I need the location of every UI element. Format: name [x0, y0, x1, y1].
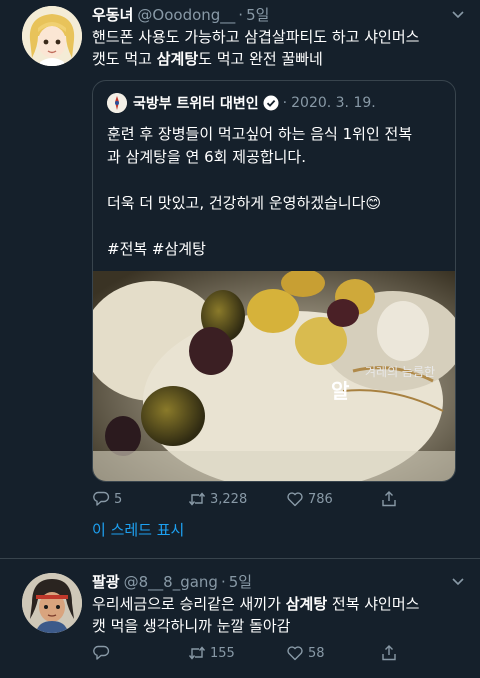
share-icon: [382, 645, 396, 661]
quoted-text-line: 훈련 후 장병들이 먹고싶어 하는 음식 1위인 전복: [107, 125, 413, 143]
quoted-text-line: 더욱 더 맛있고, 건강하게 운영하겠습니다😊: [107, 194, 382, 212]
reply-button[interactable]: 5: [92, 490, 122, 508]
author-name[interactable]: 팔광: [92, 571, 120, 592]
share-icon: [382, 491, 396, 507]
retweet-icon: [188, 646, 206, 660]
show-thread-link[interactable]: 이 스레드 표시: [92, 519, 184, 540]
share-button[interactable]: [380, 490, 402, 508]
tweet-header: 우동녀 @Ooodong__ · 5일: [92, 4, 269, 25]
tweet-actions: 5 3,228 786: [92, 490, 464, 510]
heart-icon: [287, 492, 303, 507]
timestamp[interactable]: 5일: [229, 571, 252, 592]
quoted-tweet-text: 훈련 후 장병들이 먹고싶어 하는 음식 1위인 전복 과 삼계탕을 연 6회 …: [107, 123, 443, 261]
tweet-text-line: 캣도 먹고 삼계탕도 먹고 완전 꿀빠네: [92, 48, 464, 70]
retweet-button[interactable]: 155: [188, 644, 235, 662]
highlighted-keyword: 삼계탕: [156, 50, 199, 68]
like-button[interactable]: 786: [286, 490, 333, 508]
tweet-text: 핸드폰 사용도 가능하고 삼겹살파티도 하고 샤인머스 캣도 먹고 삼계탕도 먹…: [92, 26, 464, 70]
text-segment: 우리세금으로 승리같은 새끼가: [92, 595, 286, 613]
reply-count: 5: [114, 491, 123, 507]
text-segment: 전복 샤인머스: [327, 595, 420, 613]
avatar[interactable]: [22, 573, 82, 633]
quoted-tweet[interactable]: 국방부 트위터 대변인 · 2020. 3. 19. 훈련 후 장병들이 먹고싶…: [92, 80, 456, 482]
quoted-text-line: 과 삼계탕을 연 6회 제공합니다.: [107, 148, 306, 166]
retweet-count: 155: [210, 645, 235, 661]
quoted-tweet-header: 국방부 트위터 대변인 · 2020. 3. 19.: [107, 93, 376, 113]
tweet-text-line: 우리세금으로 승리같은 새끼가 삼계탕 전복 샤인머스: [92, 593, 464, 615]
tweet[interactable]: 팔광 @8__8_gang · 5일 우리세금으로 승리같은 새끼가 삼계탕 전…: [0, 559, 480, 678]
image-caption: 겨레의 늠름한: [365, 365, 436, 379]
retweet-button[interactable]: 3,228: [188, 490, 247, 508]
separator-dot: ·: [238, 6, 244, 24]
highlighted-keyword: 삼계탕: [285, 595, 328, 613]
chevron-down-icon[interactable]: [450, 573, 466, 589]
reply-icon: [93, 491, 110, 506]
like-count: 786: [308, 491, 333, 507]
share-button[interactable]: [380, 644, 402, 662]
author-name[interactable]: 우동녀: [92, 4, 133, 25]
like-count: 58: [308, 645, 325, 661]
chevron-down-icon[interactable]: [450, 6, 466, 22]
tweet-actions: 155 58: [92, 644, 464, 664]
quoted-photo[interactable]: 겨레의 늠름한 알: [93, 271, 455, 481]
separator-dot: ·: [282, 95, 288, 111]
like-button[interactable]: 58: [286, 644, 325, 662]
author-handle[interactable]: @8__8_gang: [124, 573, 218, 591]
tweet[interactable]: 우동녀 @Ooodong__ · 5일 핸드폰 사용도 가능하고 삼겹살파티도 …: [0, 0, 480, 558]
retweet-icon: [188, 492, 206, 506]
tweet-text-line: 핸드폰 사용도 가능하고 삼겹살파티도 하고 샤인머스: [92, 28, 420, 46]
timestamp[interactable]: 5일: [246, 4, 269, 25]
avatar[interactable]: [22, 6, 82, 66]
text-segment: 캣도 먹고: [92, 50, 157, 68]
heart-icon: [287, 646, 303, 661]
retweet-count: 3,228: [210, 491, 248, 507]
reply-button[interactable]: [92, 644, 114, 662]
quoted-author-name: 국방부 트위터 대변인: [133, 96, 259, 112]
reply-icon: [93, 645, 110, 660]
verified-badge-icon: [263, 95, 279, 111]
tweet-header: 팔광 @8__8_gang · 5일: [92, 571, 252, 592]
quoted-avatar: [107, 93, 127, 113]
tweet-text: 우리세금으로 승리같은 새끼가 삼계탕 전복 샤인머스 캣 먹을 생각하니까 눈…: [92, 593, 464, 637]
hashtags[interactable]: #전복 #삼계탕: [107, 238, 443, 261]
author-handle[interactable]: @Ooodong__: [137, 6, 235, 24]
image-caption-large: 알: [331, 379, 350, 403]
quoted-date: 2020. 3. 19.: [291, 95, 376, 111]
separator-dot: ·: [220, 573, 226, 591]
tweet-text-line: 캣 먹을 생각하니까 눈깔 돌아감: [92, 617, 291, 635]
text-segment: 도 먹고 완전 꿀빠네: [198, 50, 323, 68]
